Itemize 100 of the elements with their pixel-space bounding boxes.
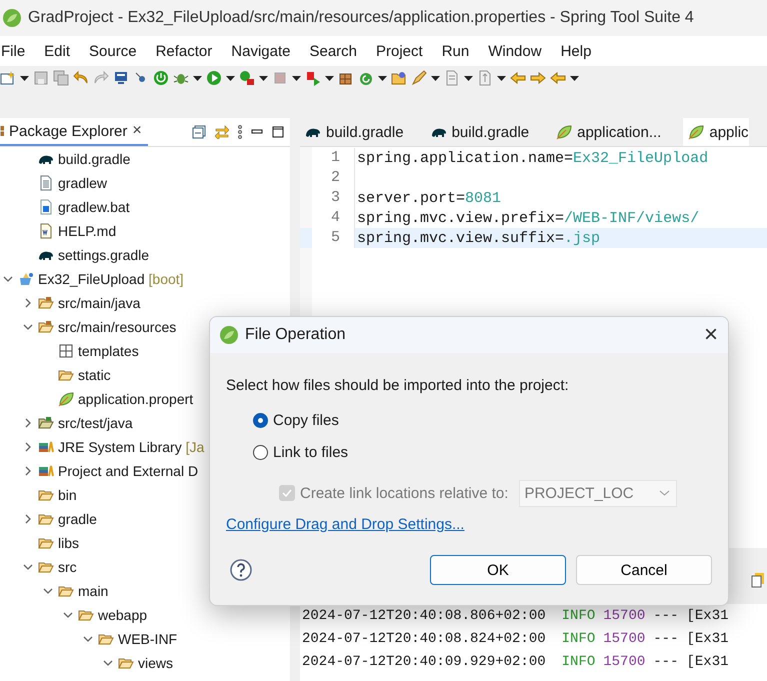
menu-item[interactable]: Refactor xyxy=(146,42,222,60)
menu-item[interactable]: Window xyxy=(479,42,552,60)
tree-item[interactable]: WEB-INF xyxy=(0,627,290,651)
leaf-icon xyxy=(58,391,74,407)
tree-item[interactable]: src/main/java xyxy=(0,291,290,315)
editor-tab[interactable]: applic xyxy=(683,118,749,146)
leaf-icon xyxy=(556,124,572,140)
grid-icon xyxy=(58,343,74,359)
leaf-logo-icon xyxy=(2,8,22,28)
close-icon[interactable]: × xyxy=(132,122,142,140)
tree-item[interactable]: views xyxy=(0,651,290,675)
package-folder-icon xyxy=(38,415,54,431)
log-level: INFO xyxy=(562,630,596,646)
tree-item[interactable]: Ex32_FileUpload [boot] xyxy=(0,267,290,291)
tree-item[interactable]: build.gradle xyxy=(0,147,290,171)
new-file-icon[interactable] xyxy=(0,70,16,86)
arrow-left-icon[interactable] xyxy=(510,70,526,86)
menu-item[interactable]: Search xyxy=(300,42,367,60)
tree-item[interactable]: webapp xyxy=(0,603,290,627)
kebab-menu-icon[interactable] xyxy=(238,125,242,139)
caret-icon[interactable] xyxy=(431,76,440,80)
caret-icon[interactable] xyxy=(497,76,506,80)
folder-icon[interactable] xyxy=(391,70,407,86)
cancel-button[interactable]: Cancel xyxy=(576,555,712,585)
leaf-logo-icon xyxy=(219,325,239,345)
caret-icon[interactable] xyxy=(570,76,579,80)
settings-link[interactable]: Configure Drag and Drop Settings... xyxy=(226,516,712,533)
tree-item[interactable]: gradlew.bat xyxy=(0,195,290,219)
arrow-left-icon[interactable] xyxy=(550,70,566,86)
menu-item[interactable]: File xyxy=(1,42,36,60)
window-title: GradProject - Ex32_FileUpload/src/main/resources/application.properties - Spring Tool Suite 4 xyxy=(28,9,694,27)
help-icon[interactable] xyxy=(230,559,252,581)
link-arrows-icon[interactable] xyxy=(215,125,229,139)
brush-icon[interactable] xyxy=(411,70,427,86)
radio-label[interactable]: Link to files xyxy=(273,444,348,460)
menu-item[interactable]: Edit xyxy=(35,42,80,60)
tree-item[interactable]: main xyxy=(0,579,290,603)
tree-item[interactable]: bin xyxy=(0,483,290,507)
close-icon[interactable]: × xyxy=(704,321,718,349)
caret-icon[interactable] xyxy=(292,76,301,80)
tree-item[interactable]: gradlew xyxy=(0,171,290,195)
menu-item[interactable]: Project xyxy=(367,42,433,60)
caret-icon[interactable] xyxy=(464,76,473,80)
menu-item[interactable]: Help xyxy=(552,42,602,60)
menu-item[interactable]: Navigate xyxy=(222,42,300,60)
line-number: 5 xyxy=(312,228,355,248)
document-icon xyxy=(38,175,54,191)
log-separator: --- xyxy=(653,654,678,670)
tree-item[interactable]: HELP.md xyxy=(0,219,290,243)
minimize-icon[interactable] xyxy=(251,129,263,135)
dialog-title: File Operation xyxy=(245,326,346,344)
caret-icon[interactable] xyxy=(325,76,334,80)
project-icon xyxy=(18,271,34,287)
ok-button[interactable]: OK xyxy=(430,555,566,585)
books-icon xyxy=(38,463,54,479)
caret-icon[interactable] xyxy=(226,76,235,80)
caret-icon[interactable] xyxy=(378,76,387,80)
log-pid: 15700 xyxy=(603,654,646,670)
clipboard-icon[interactable] xyxy=(751,572,765,588)
radio-label[interactable]: Copy files xyxy=(273,412,339,428)
log-level: INFO xyxy=(562,608,596,624)
view-tab[interactable]: Package Explorer × xyxy=(0,118,148,146)
log-thread: [Ex31 xyxy=(686,654,728,670)
code-line: server.port=8081 xyxy=(357,190,502,206)
code-line: spring.mvc.view.suffix=.jsp xyxy=(357,230,600,246)
prompt-text: Select how files should be imported into the project: xyxy=(226,377,570,394)
menu-item[interactable]: Run xyxy=(432,42,480,60)
radio-button[interactable] xyxy=(253,444,268,460)
run-config-icon[interactable] xyxy=(239,70,255,86)
log-thread: [Ex31 xyxy=(686,630,728,646)
code-line: spring.application.name=Ex32_FileUpload xyxy=(357,150,708,166)
maximize-icon[interactable] xyxy=(272,126,284,138)
menu-item[interactable]: Source xyxy=(80,42,147,60)
flag-icon[interactable] xyxy=(305,70,321,86)
chevron-down-icon xyxy=(659,490,670,496)
log-pid: 15700 xyxy=(603,630,646,646)
caret-icon[interactable] xyxy=(20,76,29,80)
collapse-all-icon[interactable] xyxy=(192,125,206,139)
check-icon xyxy=(282,489,292,497)
document-icon xyxy=(38,223,54,239)
log-separator: --- xyxy=(653,630,678,646)
caret-icon[interactable] xyxy=(259,76,268,80)
log-thread: [Ex31 xyxy=(686,608,728,624)
power-icon[interactable] xyxy=(153,70,169,86)
leaf-icon xyxy=(688,124,704,140)
caret-icon[interactable] xyxy=(193,76,202,80)
radio-button[interactable] xyxy=(253,412,268,428)
package-folder-icon xyxy=(38,295,54,311)
log-level: INFO xyxy=(562,654,596,670)
log-time: 2024-07-12T20:40:08.824+02:00 xyxy=(302,630,546,646)
log-pid: 15700 xyxy=(603,608,646,624)
monitor-icon[interactable] xyxy=(113,70,129,86)
tree-item[interactable]: Project and External D xyxy=(0,459,290,483)
log-time: 2024-07-12T20:40:09.929+02:00 xyxy=(302,654,546,670)
tree-item[interactable]: settings.gradle xyxy=(0,243,290,267)
tree-item[interactable]: src xyxy=(0,555,290,579)
arrow-right-icon[interactable] xyxy=(530,70,546,86)
undo-arrow-icon[interactable] xyxy=(73,70,89,86)
log-time: 2024-07-12T20:40:08.806+02:00 xyxy=(302,608,546,624)
window-icon xyxy=(38,199,54,215)
